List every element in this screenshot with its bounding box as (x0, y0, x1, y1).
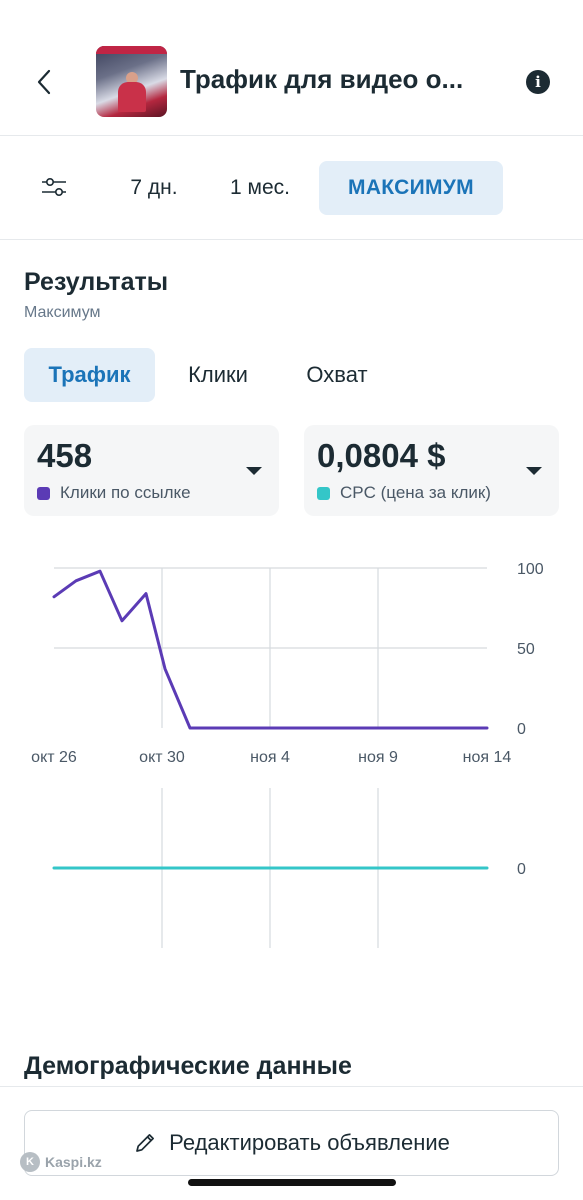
watermark-text: Kaspi.kz (45, 1154, 102, 1170)
results-subtitle: Максимум (24, 304, 101, 321)
caret-down-icon (246, 467, 262, 475)
x-tick-label: ноя 9 (358, 749, 398, 766)
pencil-icon (136, 1134, 155, 1152)
tab-traffic[interactable]: Трафик (24, 348, 155, 402)
period-1-month[interactable]: 1 мес. (214, 161, 306, 215)
edit-ad-button[interactable]: Редактировать объявление (24, 1110, 559, 1176)
period-maximum[interactable]: МАКСИМУМ (319, 161, 503, 215)
metric-legend: CPC (цена за клик) (317, 483, 502, 503)
y-tick-label: 0 (517, 861, 526, 878)
y-tick-label: 0 (517, 721, 526, 738)
metric-value: 458 (37, 437, 93, 474)
tab-reach[interactable]: Охват (288, 348, 386, 402)
ad-thumbnail (96, 46, 167, 117)
clicks-line-chart: 0 50 100 окт 26 окт 30 ноя 4 ноя 9 ноя 14 (31, 561, 544, 766)
x-tick-label: ноя 4 (250, 749, 290, 766)
y-tick-label: 100 (517, 561, 544, 578)
watermark: K Kaspi.kz (20, 1152, 102, 1172)
info-icon[interactable]: i (526, 70, 550, 94)
sliders-icon (42, 178, 66, 197)
results-title: Результаты (24, 268, 169, 296)
metric-legend: Клики по ссылке (37, 483, 222, 503)
legend-swatch (37, 486, 50, 500)
x-tick-label: окт 30 (139, 749, 185, 766)
x-tick-label: окт 26 (31, 749, 77, 766)
edit-ad-label: Редактировать объявление (169, 1130, 450, 1155)
metric-value: 0,0804 $ (317, 437, 446, 474)
period-selector: 7 дн. 1 мес. МАКСИМУМ (0, 137, 583, 240)
demographics-title: Демографические данные (24, 1052, 352, 1080)
period-7-days[interactable]: 7 дн. (112, 161, 196, 215)
tab-clicks[interactable]: Клики (168, 348, 268, 402)
cpc-line-chart: 0 (52, 788, 526, 948)
app-header: Трафик для видео о... i (0, 0, 583, 136)
home-indicator (188, 1179, 396, 1186)
page-title: Трафик для видео о... (180, 64, 464, 94)
metric-label: Клики по ссылке (60, 483, 191, 502)
caret-down-icon (526, 467, 542, 475)
y-tick-label: 50 (517, 641, 535, 658)
filter-button[interactable] (38, 173, 70, 201)
metric-cpc[interactable]: 0,0804 $ CPC (цена за клик) (304, 425, 559, 516)
kaspi-logo: K (20, 1152, 40, 1172)
metric-label: CPC (цена за клик) (340, 483, 491, 502)
chevron-left-icon (37, 69, 51, 95)
divider (0, 1086, 583, 1087)
metric-link-clicks[interactable]: 458 Клики по ссылке (24, 425, 279, 516)
x-tick-label: ноя 14 (463, 749, 512, 766)
back-button[interactable] (26, 62, 62, 102)
legend-swatch (317, 486, 330, 500)
